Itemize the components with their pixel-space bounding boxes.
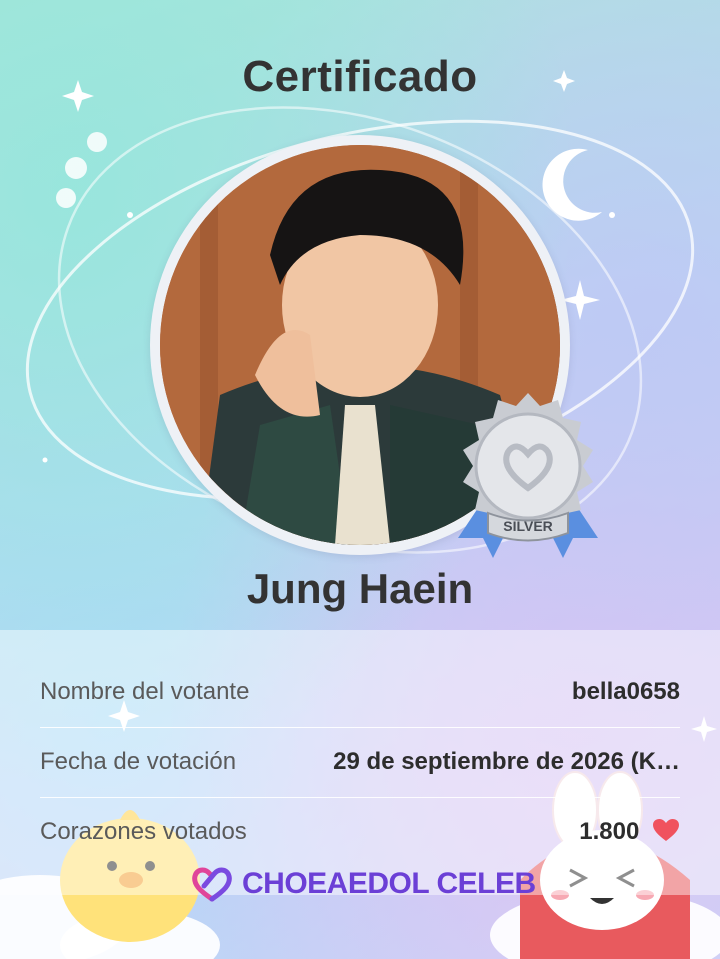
date-label: Fecha de votación bbox=[40, 748, 237, 775]
brand-heart-icon bbox=[192, 867, 232, 902]
brand-logo-text: CHOEAEDOL CELEB bbox=[242, 867, 536, 900]
brand-logo: CHOEAEDOL CELEB bbox=[190, 862, 536, 906]
date-value: 29 de septiembre de 2026 (K… bbox=[333, 748, 680, 775]
voter-label: Nombre del votante bbox=[40, 678, 250, 705]
voter-row: Nombre del votante bella0658 bbox=[40, 657, 680, 727]
date-row: Fecha de votación 29 de septiembre de 20… bbox=[40, 727, 680, 797]
medal-label: SILVER bbox=[503, 518, 553, 534]
celebrity-name: Jung Haein bbox=[246, 565, 474, 612]
hearts-value-group: 1.800 bbox=[579, 818, 680, 846]
certificate-title: Certificado bbox=[242, 52, 478, 101]
moon-icon bbox=[542, 148, 602, 221]
hearts-value: 1.800 bbox=[579, 818, 640, 845]
silver-medal-icon: SILVER bbox=[458, 393, 598, 558]
heart-icon bbox=[653, 819, 679, 841]
hearts-row: Corazones votados 1.800 bbox=[40, 797, 680, 867]
voter-value: bella0658 bbox=[571, 678, 680, 705]
hearts-label: Corazones votados bbox=[40, 818, 247, 845]
